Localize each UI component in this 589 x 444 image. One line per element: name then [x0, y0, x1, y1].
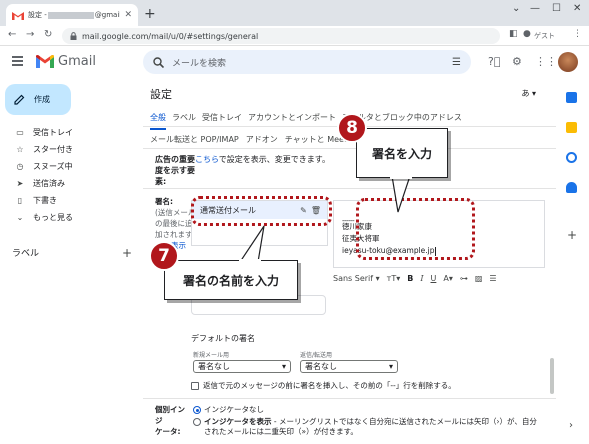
- callout-pointers: [238, 175, 411, 263]
- callout8-pointer: [391, 175, 411, 213]
- callout7-pointer: [238, 225, 265, 263]
- callout-signature-text: 署名を入力: [356, 128, 448, 178]
- step-7-badge: 7: [149, 241, 179, 271]
- callout-signature-name: 署名の名前を入力: [164, 260, 298, 300]
- step-8-badge: 8: [337, 113, 367, 143]
